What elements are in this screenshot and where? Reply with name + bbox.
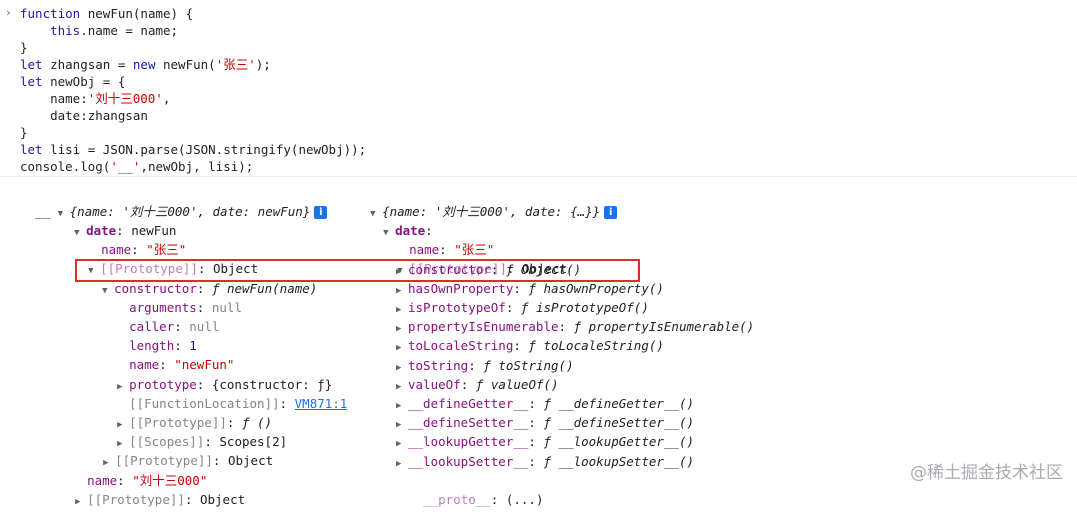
function-glyph: ƒ: [520, 300, 529, 315]
tree-row-length: length: 1: [129, 338, 197, 353]
tree-row-date[interactable]: ▼ date:: [368, 202, 433, 238]
highlight-box: [75, 259, 640, 282]
tree-row-caller: caller: null: [129, 319, 220, 334]
method-key: toLocaleString: [408, 338, 514, 353]
function-glyph: ƒ: [483, 358, 491, 373]
info-icon[interactable]: i: [604, 206, 618, 219]
method-value: valueOf(): [490, 377, 559, 392]
method-value: __defineGetter__(): [558, 396, 695, 411]
info-icon[interactable]: i: [314, 206, 328, 219]
tree-row-prototype[interactable]: ▼ [[Prototype]]: Object: [73, 240, 258, 276]
function-glyph: ƒ: [573, 319, 582, 334]
method-value: propertyIsEnumerable(): [588, 319, 755, 334]
tree-row-name2: name: "刘十三000": [87, 473, 208, 488]
tree-row-name: name: "张三": [409, 242, 495, 257]
method-value: toLocaleString(): [543, 338, 664, 353]
source-link[interactable]: VM871:1: [295, 396, 348, 411]
method-value: __lookupGetter__(): [558, 434, 695, 449]
tree-row-prototype[interactable]: ▼ [[Prototype]]: Object: [382, 240, 567, 276]
expand-triangle-icon[interactable]: ▼: [102, 282, 114, 301]
method-value: hasOwnProperty(): [543, 281, 664, 296]
function-glyph: ƒ: [528, 281, 536, 296]
function-glyph: ƒ: [475, 377, 484, 392]
method-key: __defineGetter__: [408, 396, 529, 411]
tree-row-method[interactable]: ▶ propertyIsEnumerable: ƒ propertyIsEnume…: [396, 317, 754, 336]
function-glyph: ƒ: [543, 454, 552, 469]
tree-row-method[interactable]: ▶ __defineSetter__: ƒ __defineSetter__(): [396, 413, 694, 432]
tree-row-dunder-proto[interactable]: __proto__: (...): [408, 471, 543, 507]
tree-row-date[interactable]: ▼ date: newFun: [59, 202, 176, 238]
tree-row-proto3[interactable]: ▶ [[Prototype]]: Object: [60, 471, 245, 507]
method-key: __lookupGetter__: [408, 434, 529, 449]
method-key: __defineSetter__: [408, 415, 529, 430]
expand-triangle-icon[interactable]: ▶: [75, 493, 87, 512]
tree-row-method[interactable]: ▶ __defineGetter__: ƒ __defineGetter__(): [396, 394, 694, 413]
method-value: __defineSetter__(): [558, 415, 695, 430]
console-prompt-caret: ›: [5, 6, 12, 19]
tree-row-name: name: "张三": [101, 242, 187, 257]
method-value: toString(): [498, 358, 574, 373]
tree-row-method[interactable]: ▶ valueOf: ƒ valueOf(): [396, 375, 559, 394]
tree-row-method[interactable]: ▶ __lookupGetter__: ƒ __lookupGetter__(): [396, 432, 694, 451]
method-key: isPrototypeOf: [408, 300, 506, 315]
tree-row-method[interactable]: ▶ toLocaleString: ƒ toLocaleString(): [396, 336, 664, 355]
console-separator: [0, 176, 1077, 177]
tree-row-fn-proto[interactable]: ▶ [[Prototype]]: ƒ (): [102, 394, 272, 430]
log-prefix: __: [35, 204, 51, 219]
method-key: valueOf: [408, 377, 461, 392]
function-glyph: ƒ: [528, 338, 536, 353]
function-glyph: ƒ: [543, 396, 552, 411]
tree-row-method[interactable]: ▶ __lookupSetter__: ƒ __lookupSetter__(): [396, 452, 694, 471]
tree-row-scopes[interactable]: ▶ [[Scopes]]: Scopes[2]: [102, 413, 287, 449]
function-glyph: ƒ: [543, 415, 552, 430]
expand-triangle-icon[interactable]: ▶: [396, 455, 408, 474]
method-value: isPrototypeOf(): [535, 300, 649, 315]
method-key: propertyIsEnumerable: [408, 319, 559, 334]
tree-row-location: [[FunctionLocation]]: VM871:1: [129, 396, 348, 411]
code-line: date:zhangsan: [20, 108, 148, 123]
function-glyph: ƒ: [543, 434, 552, 449]
code-line: console.log('__',newObj, lisi);: [20, 159, 254, 174]
log-row-left[interactable]: __ ▼ {name: '刘十三000', date: newFun} i: [20, 183, 328, 219]
tree-row-method[interactable]: ▶ isPrototypeOf: ƒ isPrototypeOf(): [396, 298, 649, 317]
tree-row-fn-prototype[interactable]: ▶ prototype: {constructor: ƒ}: [102, 356, 332, 392]
code-text: newFun(name) {: [87, 6, 194, 21]
method-value: __lookupSetter__(): [558, 454, 695, 469]
method-key: hasOwnProperty: [408, 281, 514, 296]
tree-row-proto2[interactable]: ▶ [[Prototype]]: Object: [88, 432, 273, 468]
tree-row-fname: name: "newFun": [129, 357, 235, 372]
method-key: toString: [408, 358, 469, 373]
watermark: @稀土掘金技术社区: [910, 463, 1063, 483]
tree-row-method[interactable]: ▶ toString: ƒ toString(): [396, 356, 574, 375]
code-line: this.name = name;: [50, 23, 179, 38]
method-key: __lookupSetter__: [408, 454, 529, 469]
log-row-right[interactable]: ▼ {name: '刘十三000', date: {…}} i: [355, 183, 618, 219]
